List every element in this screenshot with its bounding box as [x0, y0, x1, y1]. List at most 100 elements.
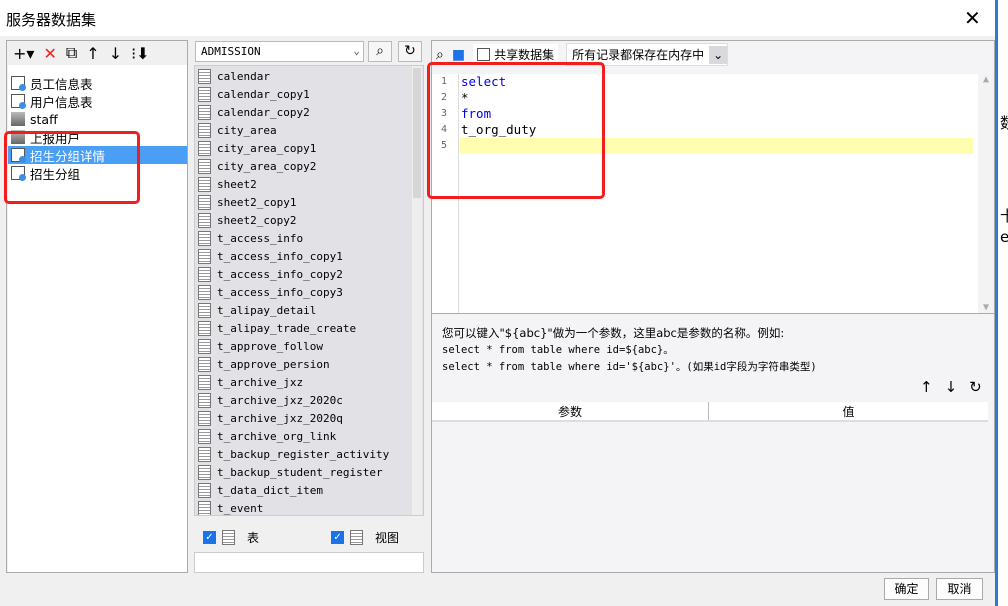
- view-checkbox[interactable]: ✓: [331, 530, 345, 544]
- table-item[interactable]: city_area: [195, 121, 423, 139]
- share-dataset-checkbox[interactable]: 共享数据集: [473, 44, 559, 65]
- table-item[interactable]: t_archive_jxz: [195, 373, 423, 391]
- table-item[interactable]: t_archive_org_link: [195, 427, 423, 445]
- share-label: 共享数据集: [494, 48, 555, 62]
- code-line[interactable]: from: [460, 106, 973, 122]
- preview-button[interactable]: ⌕: [368, 41, 392, 62]
- table-item[interactable]: t_approve_persion: [195, 355, 423, 373]
- database-select[interactable]: ADMISSION ⌄: [195, 41, 364, 62]
- dataset-item[interactable]: 招生分组: [8, 164, 187, 182]
- scrollbar-thumb[interactable]: [413, 68, 421, 198]
- bg-text: 卡: [1000, 207, 1008, 225]
- table-item[interactable]: t_archive_jxz_2020q: [195, 409, 423, 427]
- arrow-down-icon[interactable]: ↓: [109, 44, 122, 63]
- sql-editor[interactable]: 1 2 3 4 5 select * from t_org_duty ▲ ▼: [432, 74, 994, 314]
- arrow-down-icon[interactable]: ↓: [945, 378, 958, 396]
- table-icon: [198, 266, 211, 282]
- table-name: t_approve_persion: [217, 357, 330, 371]
- item-label: 员工信息表: [30, 76, 93, 92]
- checkbox[interactable]: [477, 48, 491, 61]
- table-item[interactable]: t_data_dict_item: [195, 481, 423, 499]
- value-column-header[interactable]: 值: [709, 402, 988, 420]
- table-icon: [198, 194, 211, 210]
- table-item[interactable]: t_backup_student_register: [195, 463, 423, 481]
- table-item[interactable]: t_backup_register_activity: [195, 445, 423, 463]
- table-item[interactable]: calendar_copy1: [195, 85, 423, 103]
- table-name: t_backup_register_activity: [217, 447, 390, 461]
- dataset-item[interactable]: 员工信息表: [8, 74, 187, 92]
- table-icon: [198, 446, 211, 462]
- ok-button[interactable]: 确定: [884, 578, 929, 600]
- table-icon: [198, 500, 211, 515]
- dataset-item[interactable]: 用户信息表: [8, 92, 187, 110]
- table-name: t_approve_follow: [217, 339, 323, 353]
- table-checkbox[interactable]: ✓: [203, 530, 216, 544]
- refresh-button[interactable]: ↻: [398, 41, 422, 62]
- view-check-label: 视图: [375, 530, 400, 545]
- code-area[interactable]: select * from t_org_duty: [460, 74, 973, 154]
- table-item[interactable]: t_alipay_trade_create: [195, 319, 423, 337]
- table-item[interactable]: t_access_info_copy3: [195, 283, 423, 301]
- hint-line: select * from table where id='${abc}'。(如…: [442, 361, 817, 373]
- dataset-icon: [11, 94, 26, 109]
- arrow-up-icon[interactable]: ↑: [86, 44, 99, 63]
- parameter-table-header: 参数 值: [432, 402, 988, 422]
- table-icon: [198, 428, 211, 444]
- hint-line: 您可以键入"${abc}"做为一个参数，这里abc是参数的名称。例如:: [442, 326, 785, 340]
- table-item[interactable]: calendar: [195, 67, 423, 85]
- table-icon: [198, 122, 211, 138]
- table-item[interactable]: city_area_copy1: [195, 139, 423, 157]
- dataset-icon: [11, 148, 26, 163]
- storage-mode-select[interactable]: 所有记录都保存在内存中 ⌄: [566, 43, 729, 66]
- table-search[interactable]: [194, 552, 424, 573]
- cancel-button[interactable]: 取消: [936, 578, 983, 600]
- close-icon[interactable]: ✕: [964, 6, 981, 30]
- code-line[interactable]: t_org_duty: [460, 122, 973, 138]
- table-name: calendar_copy1: [217, 87, 310, 101]
- table-name: t_access_info_copy2: [217, 267, 343, 281]
- dataset-item[interactable]: staff: [8, 110, 187, 128]
- table-item[interactable]: sheet2: [195, 175, 423, 193]
- table-item[interactable]: sheet2_copy1: [195, 193, 423, 211]
- refresh-icon[interactable]: ↻: [969, 378, 982, 396]
- title-bar: 服务器数据集 ✕: [0, 0, 995, 36]
- copy-icon[interactable]: ⧉: [66, 43, 77, 63]
- code-line[interactable]: *: [460, 90, 973, 106]
- table-item[interactable]: t_access_info_copy2: [195, 265, 423, 283]
- scrollbar[interactable]: [412, 66, 422, 515]
- delete-icon[interactable]: ✕: [43, 44, 56, 63]
- editor-scrollbar[interactable]: ▲ ▼: [978, 74, 994, 313]
- param-column-header[interactable]: 参数: [432, 402, 709, 420]
- arrow-up-icon[interactable]: ↑: [920, 378, 933, 396]
- sql-toolbar: ⌕ ■ 共享数据集 所有记录都保存在内存中 ⌄: [436, 43, 729, 66]
- table-item[interactable]: t_archive_jxz_2020c: [195, 391, 423, 409]
- code-line[interactable]: [460, 138, 973, 154]
- table-item[interactable]: t_event: [195, 499, 423, 515]
- hint-line: select * from table where id=${abc}。: [442, 344, 674, 356]
- table-icon: [198, 464, 211, 480]
- table-item[interactable]: sheet2_copy2: [195, 211, 423, 229]
- line-number: 2: [441, 92, 448, 103]
- table-item[interactable]: calendar_copy2: [195, 103, 423, 121]
- line-number: 5: [441, 140, 448, 151]
- table-icon: [198, 392, 211, 408]
- code-line[interactable]: select: [460, 74, 973, 90]
- table-item[interactable]: t_access_info_copy1: [195, 247, 423, 265]
- add-icon[interactable]: +▾: [13, 44, 34, 63]
- sort-icon[interactable]: ⁝⬇: [131, 44, 150, 63]
- parameter-hint: 您可以键入"${abc}"做为一个参数，这里abc是参数的名称。例如: sele…: [442, 325, 817, 376]
- preview-icon[interactable]: ⌕: [436, 47, 444, 63]
- table-name: city_area_copy2: [217, 159, 317, 173]
- table-name: city_area_copy1: [217, 141, 317, 155]
- save-icon[interactable]: ■: [452, 47, 465, 63]
- dataset-item-selected[interactable]: 招生分组详情: [8, 146, 187, 164]
- table-item[interactable]: t_approve_follow: [195, 337, 423, 355]
- table-name: t_access_info_copy3: [217, 285, 343, 299]
- sql-panel: ⌕ ■ 共享数据集 所有记录都保存在内存中 ⌄ 1 2 3 4 5 select * from…: [431, 40, 995, 573]
- table-item[interactable]: t_access_info: [195, 229, 423, 247]
- table-item[interactable]: city_area_copy2: [195, 157, 423, 175]
- item-label: 招生分组详情: [30, 148, 106, 164]
- table-item[interactable]: t_alipay_detail: [195, 301, 423, 319]
- bg-text: e: [1000, 228, 1008, 246]
- dataset-item[interactable]: 上报用户: [8, 128, 187, 146]
